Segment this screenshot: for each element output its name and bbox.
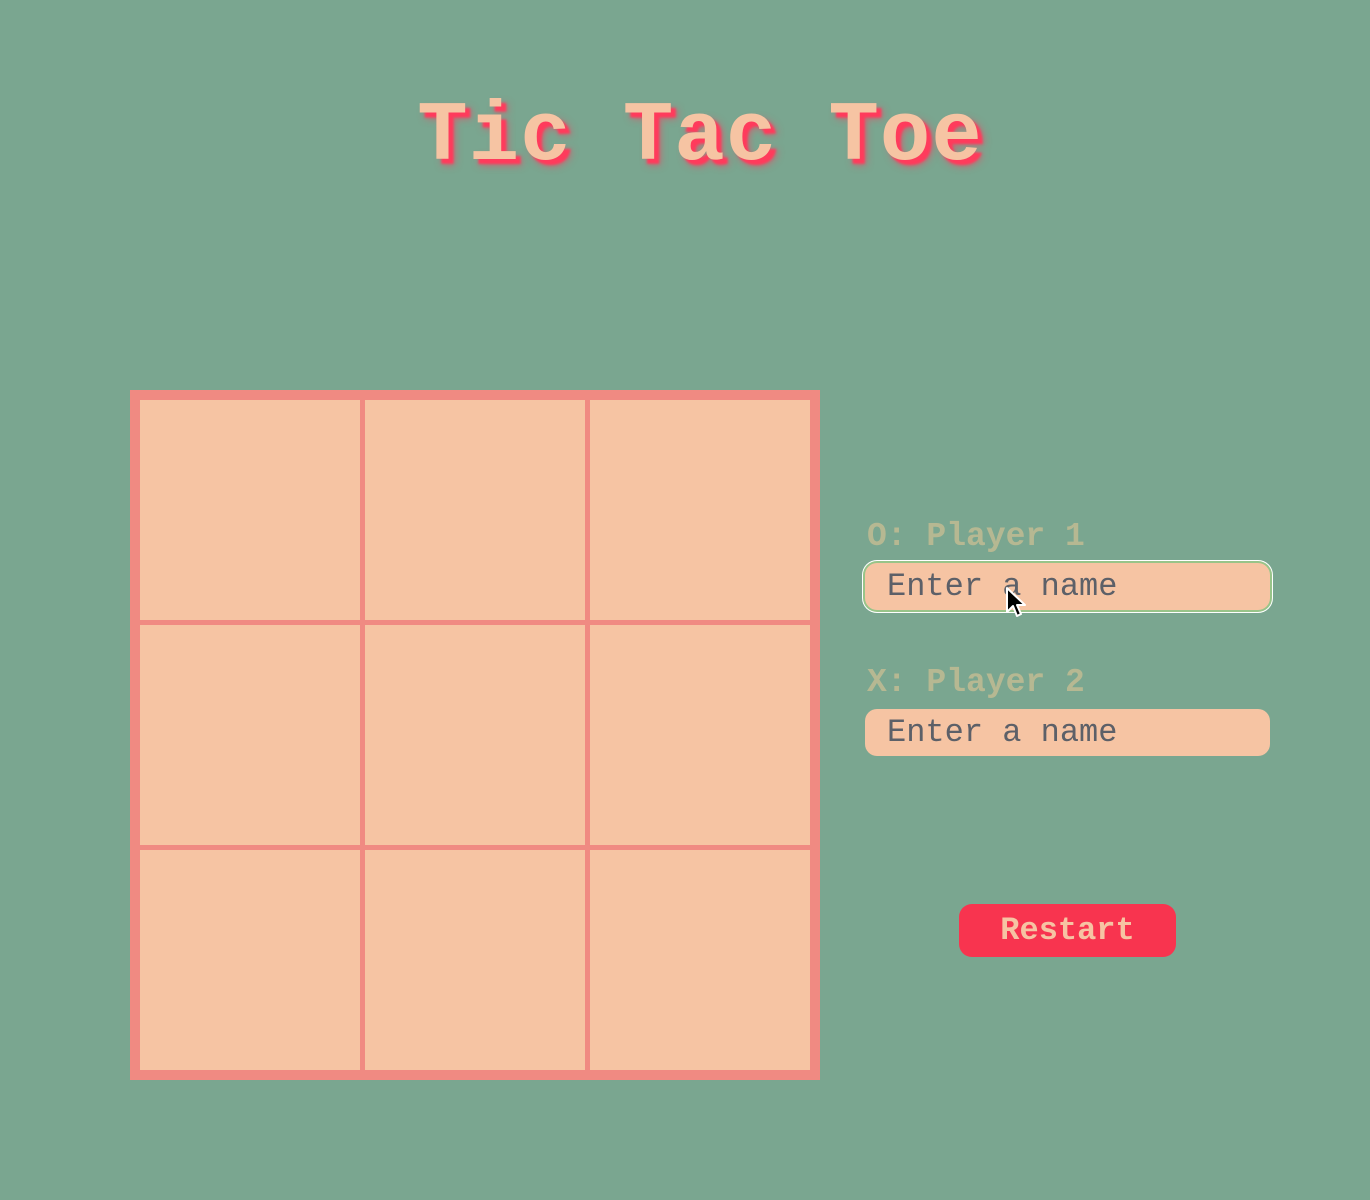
restart-button[interactable]: Restart: [959, 904, 1176, 957]
board-cell-4[interactable]: [140, 625, 360, 845]
board-cell-3[interactable]: [590, 400, 810, 620]
player-1-group: O: Player 1: [865, 515, 1275, 610]
player-2-group: X: Player 2: [865, 661, 1275, 756]
board-cell-9[interactable]: [590, 850, 810, 1070]
player-2-name-input[interactable]: [865, 709, 1270, 756]
player-2-label: X: Player 2: [867, 664, 1085, 701]
board-cell-7[interactable]: [140, 850, 360, 1070]
player-1-name-input[interactable]: [865, 563, 1270, 610]
board-cell-8[interactable]: [365, 850, 585, 1070]
board-cell-6[interactable]: [590, 625, 810, 845]
game-board: [130, 390, 820, 1080]
players-panel: O: Player 1 X: Player 2: [865, 515, 1275, 756]
player-1-label: O: Player 1: [867, 518, 1085, 555]
board-cell-2[interactable]: [365, 400, 585, 620]
page-title: Tic Tac Toe: [417, 90, 983, 185]
board-cell-1[interactable]: [140, 400, 360, 620]
board-cell-5[interactable]: [365, 625, 585, 845]
